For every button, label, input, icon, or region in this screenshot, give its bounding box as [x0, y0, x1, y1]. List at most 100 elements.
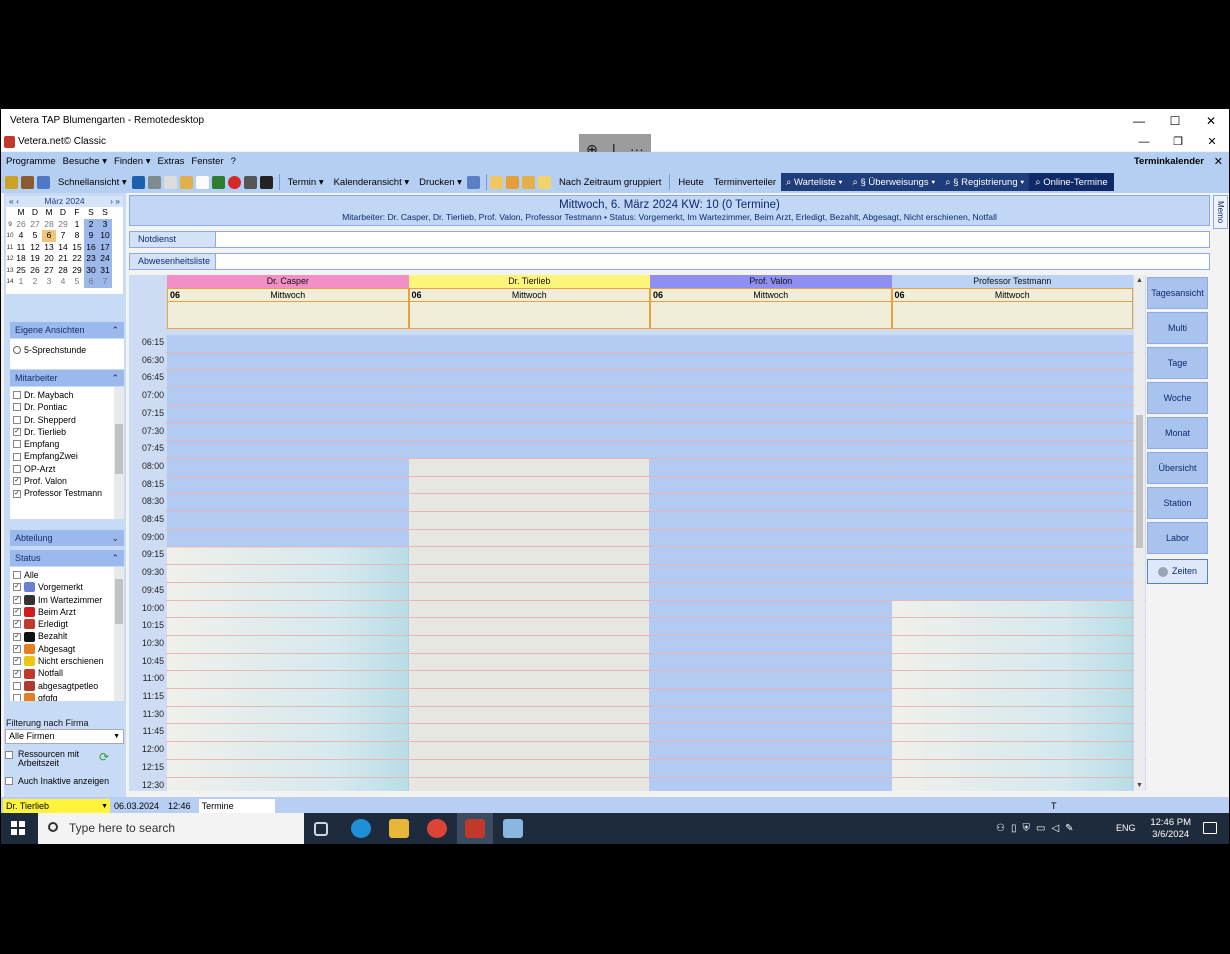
day-cell[interactable]: 14 [56, 242, 70, 254]
edit-icon[interactable] [505, 175, 519, 189]
day-cell[interactable]: 25 [14, 265, 28, 277]
day-cell[interactable]: 30 [84, 264, 98, 276]
mitarbeiter-checkbox[interactable]: ✓ [13, 428, 21, 437]
day-cell[interactable]: 31 [98, 264, 112, 276]
module-close-button[interactable]: ✕ [1214, 155, 1223, 168]
monat-button[interactable]: Monat [1147, 417, 1208, 449]
settings-icon[interactable] [147, 175, 161, 189]
column-header[interactable]: Prof. Valon 06 Mittwoch [650, 275, 892, 329]
status-item[interactable]: ✓ Abgesagt [10, 643, 124, 655]
day-cell[interactable]: 6 [84, 276, 98, 288]
labor-button[interactable]: Labor [1147, 522, 1208, 554]
status-checkbox[interactable]: ✓ [13, 608, 21, 617]
day-cell[interactable]: 15 [70, 242, 84, 254]
tools-icon[interactable] [211, 175, 225, 189]
day-cell[interactable]: 20 [42, 253, 56, 265]
app-restore-button[interactable]: ❐ [1161, 133, 1195, 151]
multi-button[interactable]: Multi [1147, 312, 1208, 344]
heute-button[interactable]: Heute [678, 177, 703, 188]
mitarbeiter-item[interactable]: ✓ Dr. Tierlieb [10, 426, 124, 438]
p-icon[interactable] [131, 175, 145, 189]
user-select[interactable]: Dr. Tierlieb ▼ [3, 798, 110, 814]
menu-programme[interactable]: Programme [6, 156, 56, 167]
firma-select[interactable]: Alle Firmen ▼ [5, 729, 124, 744]
day-cell[interactable]: 26 [28, 265, 42, 277]
column-day[interactable]: 06 Mittwoch [167, 288, 409, 329]
ressourcen-checkbox[interactable] [5, 751, 13, 759]
mitarbeiter-header[interactable]: Mitarbeiter ⌃ [10, 370, 124, 386]
mitarbeiter-item[interactable]: ✓ Professor Testmann [10, 487, 124, 499]
security-icon[interactable]: ⛨ [1022, 823, 1030, 854]
day-cell[interactable]: 8 [70, 230, 84, 242]
registrierung-dropdown[interactable]: ⌕ § Registrierung ▾ [940, 173, 1030, 191]
status-header[interactable]: Status ⌃ [10, 550, 124, 566]
book-icon[interactable] [163, 175, 177, 189]
app-close-button[interactable]: ✕ [1195, 133, 1229, 151]
status-checkbox[interactable]: ✓ [13, 632, 21, 641]
mitarbeiter-checkbox[interactable] [13, 403, 21, 412]
woche-button[interactable]: Woche [1147, 382, 1208, 414]
day-cell[interactable]: 4 [14, 230, 28, 242]
status-checkbox[interactable] [13, 571, 21, 580]
online-termine-button[interactable]: ⌕ Online-Termine [1029, 173, 1114, 191]
scroll-up-icon[interactable]: ▲ [1134, 277, 1145, 284]
status-item[interactable]: gfgfg [10, 692, 124, 701]
memo-icon[interactable] [537, 175, 551, 189]
refresh-icon[interactable] [5, 175, 18, 189]
menu-besuche[interactable]: Besuche ▾ [63, 156, 107, 167]
column-day[interactable]: 06 Mittwoch [891, 288, 1133, 329]
expand-chevron-icon[interactable]: ⌄ [111, 530, 119, 546]
mitarbeiter-item[interactable]: EmpfangZwei [10, 450, 124, 462]
status-item[interactable]: ✓ Notfall [10, 667, 124, 679]
day-cell[interactable]: 1 [70, 219, 84, 231]
notification-icon[interactable] [1203, 822, 1217, 834]
day-cell[interactable]: 1 [14, 276, 28, 288]
app-minimize-button[interactable]: — [1127, 133, 1161, 151]
close-button[interactable]: ✕ [1193, 109, 1229, 133]
taskbar-search[interactable]: Type here to search [38, 813, 304, 844]
day-cell[interactable]: 10 [98, 230, 112, 242]
day-cell[interactable]: 27 [42, 265, 56, 277]
menu-fenster[interactable]: Fenster [191, 156, 223, 167]
volume-icon[interactable]: ◁ [1051, 823, 1059, 854]
mitarbeiter-checkbox[interactable]: ✓ [13, 477, 21, 486]
day-cell[interactable]: 6 [42, 230, 56, 242]
scroll-thumb[interactable] [1136, 415, 1143, 548]
mitarbeiter-item[interactable]: OP-Arzt [10, 463, 124, 475]
day-cell[interactable]: 12 [28, 242, 42, 254]
day-cell[interactable]: 3 [98, 218, 112, 230]
day-cell[interactable]: 29 [70, 265, 84, 277]
day-cell[interactable]: 28 [56, 265, 70, 277]
view-icon[interactable] [37, 175, 50, 189]
status-item[interactable]: ✓ Vorgemerkt [10, 581, 124, 593]
task-view-icon[interactable] [314, 822, 328, 836]
file-explorer-icon[interactable] [389, 819, 409, 838]
view-item-5-sprechstunde[interactable]: 5-Sprechstunde [10, 344, 124, 356]
remote-desktop-icon[interactable] [503, 819, 523, 838]
status-item[interactable]: ✓ Im Wartezimmer [10, 594, 124, 606]
menu-extras[interactable]: Extras [157, 156, 184, 167]
mitarbeiter-checkbox[interactable] [13, 440, 21, 449]
station-button[interactable]: Station [1147, 487, 1208, 519]
status-item[interactable]: abgesagtpetleo [10, 680, 124, 692]
mitarbeiter-checkbox[interactable]: ✓ [13, 489, 21, 498]
language-indicator[interactable]: ENG [1116, 813, 1136, 844]
column-header[interactable]: Dr. Casper 06 Mittwoch [167, 275, 409, 329]
warteliste-dropdown[interactable]: ⌕ Warteliste ▾ [781, 173, 848, 191]
ueberweisungs-dropdown[interactable]: ⌕ § Überweisungs ▾ [847, 173, 941, 191]
inaktive-option[interactable]: Auch Inaktive anzeigen [5, 776, 109, 786]
day-cell[interactable]: 7 [98, 276, 112, 288]
day-cell[interactable]: 28 [42, 219, 56, 231]
day-cell[interactable]: 24 [98, 253, 112, 265]
status-item[interactable]: ✓ Bezahlt [10, 630, 124, 642]
status-checkbox[interactable]: ✓ [13, 595, 21, 604]
termin-dropdown[interactable]: Termin ▾ [288, 177, 324, 188]
day-grid[interactable]: Dr. Casper 06 Mittwoch Dr. Tierlieb 06 Mittwo… [129, 275, 1146, 791]
status-checkbox[interactable]: ✓ [13, 657, 21, 666]
column-header[interactable]: Professor Testmann 06 Mittwoch [891, 275, 1133, 329]
radio-button[interactable] [13, 346, 21, 355]
day-cell[interactable]: 19 [28, 253, 42, 265]
day-cell[interactable]: 5 [28, 230, 42, 242]
people-icon[interactable] [179, 175, 193, 189]
status-item[interactable]: ✓ Nicht erschienen [10, 655, 124, 667]
